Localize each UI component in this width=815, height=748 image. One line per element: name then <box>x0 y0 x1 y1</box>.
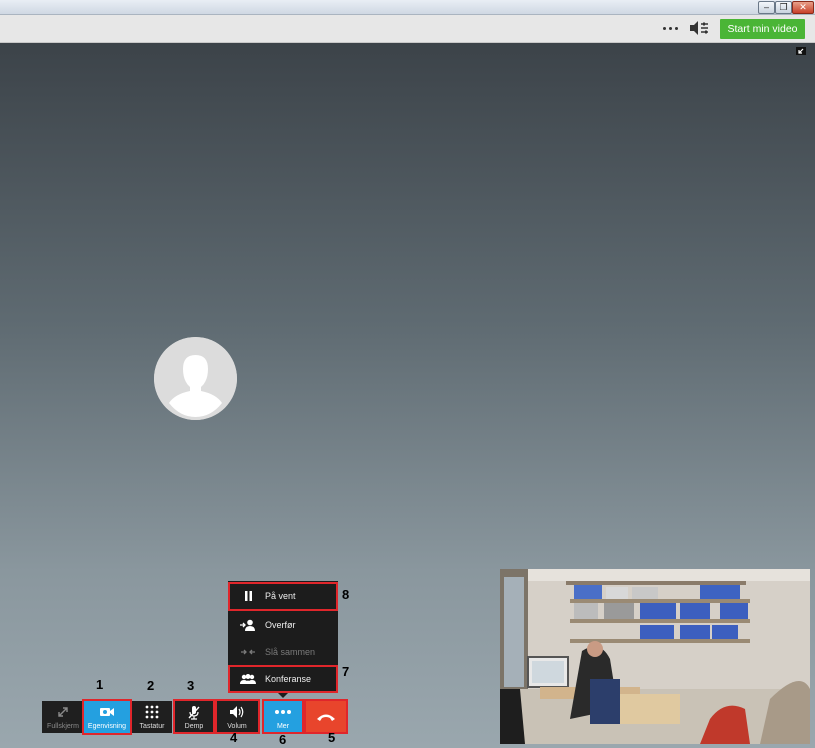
close-window-button[interactable]: ✕ <box>792 1 814 14</box>
menu-item-conference[interactable]: Konferanse <box>228 666 338 692</box>
start-my-video-button[interactable]: Start min video <box>720 19 805 39</box>
top-toolbar: Start min video <box>0 15 815 43</box>
callout-number: 8 <box>342 587 350 602</box>
menu-item-transfer[interactable]: Overfør <box>228 612 338 638</box>
callout-number: 2 <box>147 678 155 693</box>
keypad-button[interactable]: Tastatur <box>132 701 172 733</box>
self-view-button[interactable]: Egenvisning <box>84 701 130 733</box>
more-button[interactable]: Mer <box>264 701 302 733</box>
self-view-image <box>500 569 810 744</box>
merge-icon <box>241 649 255 655</box>
muted-microphone-icon <box>188 705 200 720</box>
more-dot-icon <box>674 26 678 30</box>
callout-number: 6 <box>279 732 287 747</box>
speaker-icon <box>230 706 244 718</box>
volume-button[interactable]: Volum <box>216 701 258 733</box>
person-silhouette-icon <box>154 337 237 420</box>
self-view-video[interactable] <box>500 569 810 744</box>
menu-item-merge[interactable]: Slå sammen <box>228 639 338 665</box>
mute-button[interactable]: Demp <box>174 701 214 733</box>
more-dot-icon <box>668 26 672 30</box>
fullscreen-label: Fullskjerm <box>47 723 79 730</box>
more-menu: På vent Overfør Slå sammen Konferanse <box>228 581 338 693</box>
keypad-icon <box>145 705 159 719</box>
camera-icon <box>100 708 114 716</box>
fullscreen-icon <box>58 707 68 717</box>
end-call-button[interactable] <box>306 701 346 733</box>
more-label: Mer <box>276 723 290 730</box>
maximize-button[interactable]: ❐ <box>775 1 792 14</box>
menu-item-hold[interactable]: På vent <box>228 583 338 609</box>
menu-item-label: Overfør <box>265 620 296 630</box>
menu-item-label: Slå sammen <box>265 647 316 657</box>
more-dots-icon <box>275 710 291 714</box>
window-titlebar: – ❐ ✕ <box>0 0 815 15</box>
more-options-button[interactable] <box>659 21 681 35</box>
callout-number: 5 <box>328 730 336 745</box>
callout-number: 1 <box>96 677 104 692</box>
participant-avatar <box>154 337 237 420</box>
minimize-button[interactable]: – <box>758 1 775 14</box>
transfer-person-icon <box>240 619 255 631</box>
menu-pointer <box>278 693 288 698</box>
speaker-settings-icon <box>690 21 708 35</box>
self-view-label: Egenvisning <box>87 723 127 730</box>
callout-number: 3 <box>187 678 195 693</box>
menu-item-label: Konferanse <box>265 674 312 684</box>
callout-number: 7 <box>342 664 350 679</box>
mute-label: Demp <box>184 723 204 730</box>
menu-item-label: På vent <box>265 591 296 601</box>
fullscreen-button[interactable]: Fullskjerm <box>42 701 84 733</box>
hang-up-icon <box>317 714 335 721</box>
group-icon <box>240 674 256 684</box>
volume-label: Volum <box>227 723 247 730</box>
pause-icon <box>245 591 252 601</box>
device-settings-button[interactable] <box>688 19 710 37</box>
collapse-icon[interactable] <box>796 47 806 55</box>
keypad-label: Tastatur <box>139 723 165 730</box>
callout-number: 4 <box>230 730 238 745</box>
more-dot-icon <box>662 26 666 30</box>
